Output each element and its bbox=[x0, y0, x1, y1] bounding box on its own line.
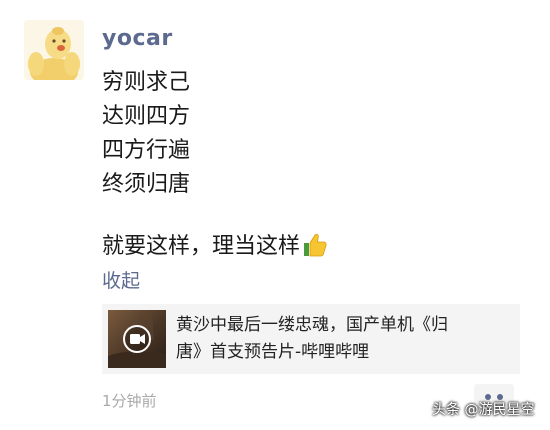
link-card-title-line: 黄沙中最后一缕忠魂，国产单机《归 bbox=[176, 315, 448, 335]
link-card-title: 黄沙中最后一缕忠魂，国产单机《归 唐》首支预告片-哔哩哔哩 bbox=[176, 312, 514, 366]
user-nickname[interactable]: yocar bbox=[102, 26, 173, 51]
post-line: 穷则求己 bbox=[102, 70, 191, 95]
video-thumbnail bbox=[108, 310, 166, 368]
post-line: 终须归唐 bbox=[102, 172, 191, 197]
thumbs-up-icon bbox=[302, 232, 328, 269]
post-timestamp: 1分钟前 bbox=[102, 392, 157, 410]
post-line: 达则四方 bbox=[102, 104, 191, 129]
link-card[interactable]: 黄沙中最后一缕忠魂，国产单机《归 唐》首支预告片-哔哩哔哩 bbox=[102, 304, 520, 374]
avatar[interactable] bbox=[24, 20, 84, 80]
link-card-title-line: 唐》首支预告片-哔哩哔哩 bbox=[176, 342, 370, 362]
post-closing-text: 就要这样，理当这样 bbox=[102, 234, 301, 259]
post-closing-line: 就要这样，理当这样 bbox=[102, 230, 522, 264]
watermark: 头条 @游民星空 bbox=[432, 402, 535, 418]
collapse-button[interactable]: 收起 bbox=[102, 266, 140, 293]
post-line: 四方行遍 bbox=[102, 138, 191, 163]
post-content: 穷则求己 达则四方 四方行遍 终须归唐 就要这样，理当这样 bbox=[102, 66, 522, 264]
video-play-icon bbox=[123, 325, 151, 353]
